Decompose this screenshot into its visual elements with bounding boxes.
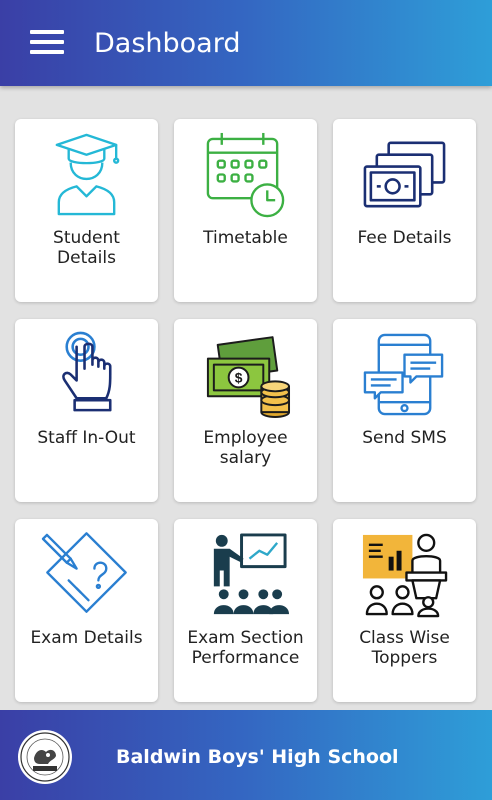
tile-label: Class Wise Toppers	[359, 628, 450, 668]
tile-label: Exam Section Performance	[187, 628, 304, 668]
student-graduate-icon	[55, 133, 120, 216]
app-header: Dashboard	[0, 0, 492, 86]
page-title: Dashboard	[94, 28, 241, 59]
exam-pencil-icon	[41, 532, 127, 613]
tile-label: Timetable	[203, 228, 288, 248]
school-crest-icon	[18, 730, 72, 784]
classroom-lectern-icon	[362, 533, 448, 618]
school-footer: Baldwin Boys' High School	[0, 710, 492, 800]
tile-label: Fee Details	[357, 228, 452, 248]
tile-student-details[interactable]: Student Details	[15, 119, 158, 302]
finger-touch-icon	[62, 331, 112, 412]
tile-label: Send SMS	[362, 428, 447, 448]
hamburger-menu-icon[interactable]	[30, 30, 64, 54]
tile-timetable[interactable]: Timetable	[174, 119, 317, 302]
tile-staff-in-out[interactable]: Staff In-Out	[15, 319, 158, 502]
calendar-clock-icon	[206, 132, 285, 218]
tile-exam-section-performance[interactable]: Exam Section Performance	[174, 519, 317, 702]
money-bills-icon	[363, 141, 446, 208]
tile-exam-details[interactable]: Exam Details	[15, 519, 158, 702]
school-name: Baldwin Boys' High School	[116, 746, 399, 768]
cash-coins-icon: $	[206, 336, 291, 419]
mobile-chat-icon	[363, 333, 444, 416]
svg-text:$: $	[235, 369, 243, 385]
tile-label: Student Details	[53, 228, 120, 268]
tile-employee-salary[interactable]: $ Employee salary	[174, 319, 317, 502]
presentation-audience-icon	[213, 533, 290, 615]
tile-label: Employee salary	[203, 428, 288, 468]
tile-fee-details[interactable]: Fee Details	[333, 119, 476, 302]
tile-label: Staff In-Out	[37, 428, 136, 448]
tile-class-wise-toppers[interactable]: Class Wise Toppers	[333, 519, 476, 702]
tile-label: Exam Details	[30, 628, 143, 648]
tile-send-sms[interactable]: Send SMS	[333, 319, 476, 502]
